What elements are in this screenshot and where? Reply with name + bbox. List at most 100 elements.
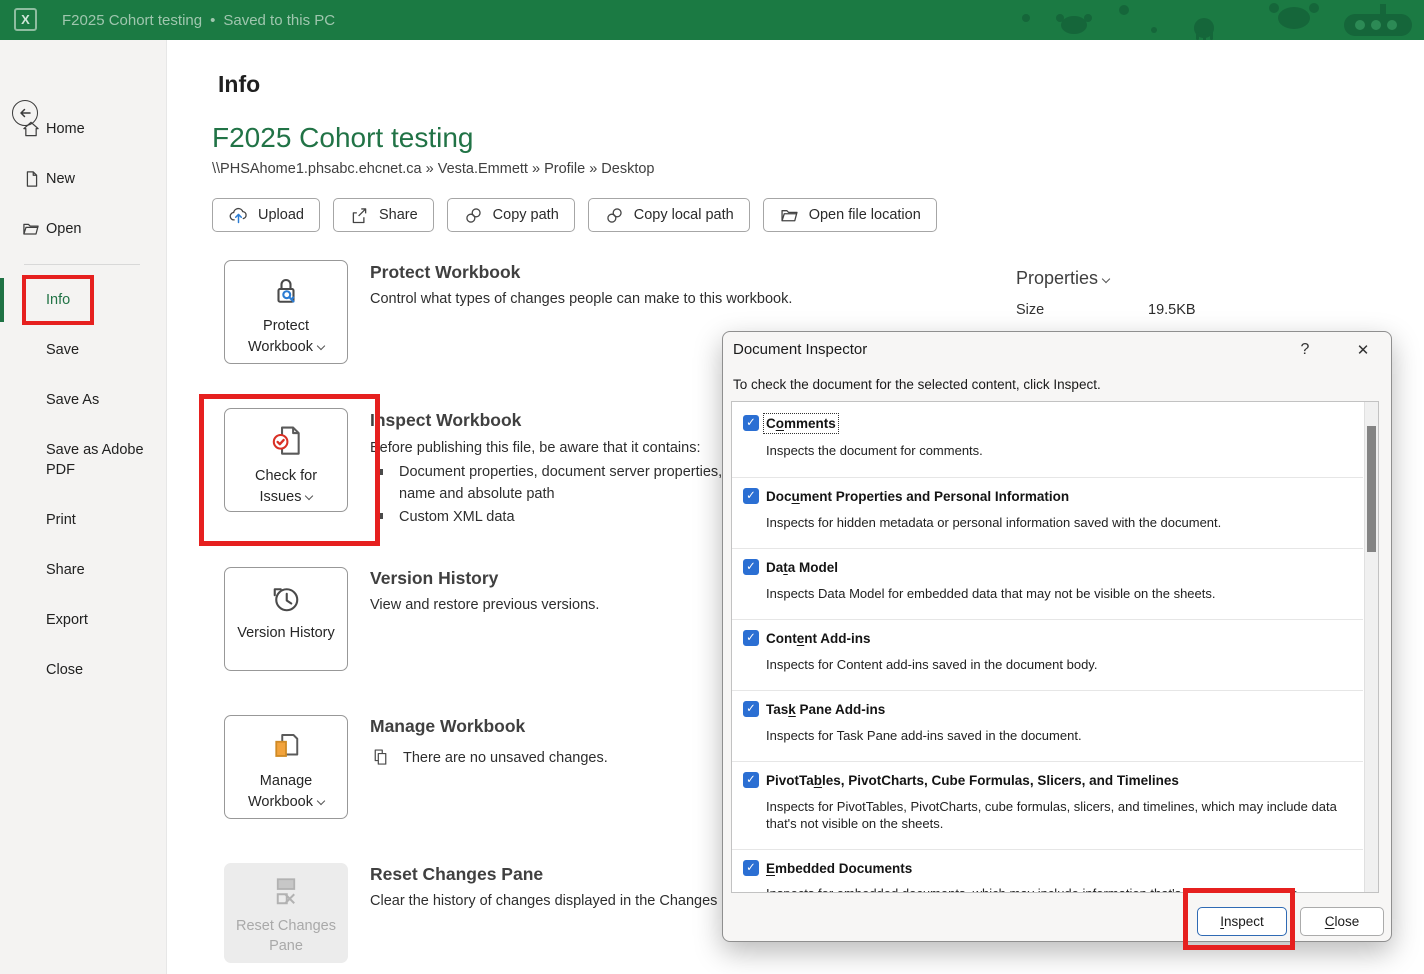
sidebar-divider <box>24 264 140 265</box>
list-separator <box>732 690 1363 691</box>
unsaved-changes-status: There are no unsaved changes. <box>370 747 608 768</box>
checkbox-checked[interactable]: ✓ <box>743 860 759 876</box>
sidebar-item-save[interactable]: Save <box>0 338 167 362</box>
check-for-issues-button[interactable]: Check for Issues <box>224 408 348 512</box>
version-history-icon <box>268 581 304 617</box>
checkbox-checked[interactable]: ✓ <box>743 630 759 646</box>
new-document-icon <box>22 169 42 189</box>
titlebar-doodles <box>1004 0 1424 40</box>
sidebar-item-save-as-adobe-pdf[interactable]: Save as Adobe PDF <box>0 438 167 482</box>
document-path: \\PHSAhome1.phsabc.ehcnet.ca » Vesta.Emm… <box>212 161 654 177</box>
excel-logo-icon: X <box>14 8 37 31</box>
item-label[interactable]: Data Model <box>766 560 838 575</box>
item-label[interactable]: Document Properties and Personal Informa… <box>766 489 1069 504</box>
inspect-button[interactable]: Inspect <box>1197 907 1287 936</box>
titlebar-document-title: F2025 Cohort testing <box>62 12 202 29</box>
button-label: Copy path <box>493 207 559 223</box>
checkbox-checked[interactable]: ✓ <box>743 559 759 575</box>
dialog-title: Document Inspector <box>733 341 867 358</box>
inspect-workbook-intro: Before publishing this file, be aware th… <box>370 440 700 456</box>
checkbox-checked[interactable]: ✓ <box>743 772 759 788</box>
manage-workbook-icon <box>268 729 304 765</box>
link-icon <box>463 205 484 226</box>
inspector-options-list: ✓ Comments Inspects the document for com… <box>731 401 1379 893</box>
button-label: Open file location <box>809 207 921 223</box>
sidebar-item-save-as[interactable]: Save As <box>0 388 167 412</box>
copy-path-button[interactable]: Copy path <box>447 198 575 232</box>
dialog-instruction: To check the document for the selected c… <box>733 377 1101 392</box>
card-label: Protect Workbook <box>248 318 313 355</box>
properties-size-label: Size <box>1016 302 1044 318</box>
sidebar-item-label: Save <box>46 342 79 358</box>
item-label[interactable]: Content Add-ins <box>766 631 871 646</box>
titlebar: X F2025 Cohort testing • Saved to this P… <box>0 0 1424 40</box>
version-history-button[interactable]: Version History <box>224 567 348 671</box>
item-label[interactable]: Task Pane Add-ins <box>766 702 885 717</box>
inspect-workbook-heading: Inspect Workbook <box>370 410 521 431</box>
manage-workbook-button[interactable]: Manage Workbook <box>224 715 348 819</box>
card-label: Version History <box>237 625 335 641</box>
list-separator <box>732 548 1363 549</box>
chevron-down-icon <box>1102 275 1110 283</box>
item-desc: Inspects for embedded documents, which m… <box>766 885 1356 893</box>
dialog-close-icon[interactable]: ✕ <box>1351 338 1375 362</box>
button-label: Close <box>1325 914 1360 929</box>
button-label: Upload <box>258 207 304 223</box>
protect-workbook-button[interactable]: Protect Workbook <box>224 260 348 364</box>
pages-icon <box>370 747 391 768</box>
page-title: Info <box>218 71 260 98</box>
sidebar-item-share[interactable]: Share <box>0 558 167 582</box>
scrollbar-track[interactable] <box>1364 402 1378 892</box>
list-separator <box>732 477 1363 478</box>
titlebar-save-status: Saved to this PC <box>223 12 335 29</box>
sidebar-item-label: Print <box>46 512 76 528</box>
checkbox-checked[interactable]: ✓ <box>743 415 759 431</box>
upload-button[interactable]: Upload <box>212 198 320 232</box>
item-label[interactable]: Embedded Documents <box>766 861 912 876</box>
checkbox-checked[interactable]: ✓ <box>743 701 759 717</box>
item-desc: Inspects Data Model for embedded data th… <box>766 585 1356 602</box>
card-label: Manage Workbook <box>248 773 313 810</box>
item-label[interactable]: Comments <box>766 416 836 431</box>
open-file-location-button[interactable]: Open file location <box>763 198 937 232</box>
sidebar-item-label: Open <box>46 221 81 237</box>
close-button[interactable]: Close <box>1300 907 1384 936</box>
sidebar-item-label: Save As <box>46 392 99 408</box>
reset-changes-desc: Clear the history of changes displayed i… <box>370 893 758 909</box>
sidebar-item-info[interactable]: Info <box>0 288 167 312</box>
button-label: Inspect <box>1220 914 1264 929</box>
item-desc: Inspects for Content add-ins saved in th… <box>766 656 1356 673</box>
chevron-down-icon <box>317 342 325 350</box>
reset-changes-heading: Reset Changes Pane <box>370 864 543 885</box>
sidebar-item-open[interactable]: Open <box>0 217 167 241</box>
sidebar-item-print[interactable]: Print <box>0 508 167 532</box>
share-button[interactable]: Share <box>333 198 434 232</box>
sidebar-item-label: Home <box>46 121 85 137</box>
sidebar-item-close[interactable]: Close <box>0 658 167 682</box>
item-desc: Inspects for Task Pane add-ins saved in … <box>766 727 1356 744</box>
version-history-desc: View and restore previous versions. <box>370 597 599 613</box>
checkbox-checked[interactable]: ✓ <box>743 488 759 504</box>
item-label[interactable]: PivotTables, PivotCharts, Cube Formulas,… <box>766 773 1179 788</box>
document-check-icon <box>267 422 305 460</box>
list-separator <box>732 761 1363 762</box>
share-icon <box>349 205 370 226</box>
dialog-help-button[interactable]: ? <box>1293 338 1317 362</box>
sidebar-item-export[interactable]: Export <box>0 608 167 632</box>
copy-local-path-button[interactable]: Copy local path <box>588 198 750 232</box>
bullet-icon <box>377 513 383 519</box>
properties-heading[interactable]: Properties <box>1016 268 1109 289</box>
sidebar-item-label: New <box>46 171 75 187</box>
document-action-row: Upload Share Copy path Copy local path <box>212 198 937 232</box>
scrollbar-thumb[interactable] <box>1367 426 1376 552</box>
item-desc: Inspects for hidden metadata or personal… <box>766 514 1356 531</box>
item-desc: Inspects the document for comments. <box>766 442 1356 459</box>
sidebar-item-label: Export <box>46 612 88 628</box>
sidebar-item-label: Share <box>46 562 85 578</box>
bullet-icon <box>377 469 383 475</box>
sidebar-item-new[interactable]: New <box>0 167 167 191</box>
sidebar-item-home[interactable]: Home <box>0 117 167 141</box>
reset-changes-pane-button: Reset Changes Pane <box>224 863 348 963</box>
chevron-down-icon <box>305 492 313 500</box>
document-inspector-dialog: Document Inspector ? ✕ To check the docu… <box>722 331 1392 942</box>
